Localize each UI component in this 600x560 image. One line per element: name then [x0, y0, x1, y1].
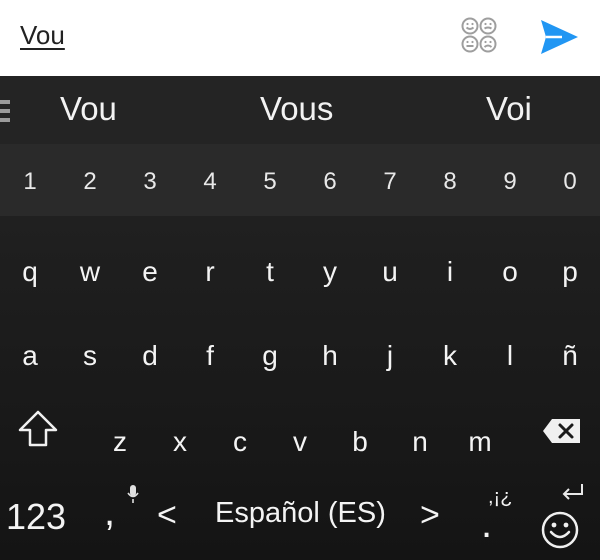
- menu-icon[interactable]: [0, 100, 10, 122]
- key-b[interactable]: b: [340, 426, 380, 458]
- key-h[interactable]: h: [310, 340, 350, 372]
- symbols-key[interactable]: 123: [6, 496, 66, 538]
- backspace-icon[interactable]: [542, 417, 582, 445]
- key-n[interactable]: n: [400, 426, 440, 458]
- key-d[interactable]: d: [130, 340, 170, 372]
- smiley-icon[interactable]: [540, 510, 580, 550]
- compose-bar: Vou: [0, 0, 600, 76]
- key-5[interactable]: 5: [255, 168, 285, 196]
- key-s[interactable]: s: [70, 340, 110, 372]
- key-2[interactable]: 2: [75, 168, 105, 196]
- key-v[interactable]: v: [280, 426, 320, 458]
- key-1[interactable]: 1: [15, 168, 45, 196]
- key-3[interactable]: 3: [135, 168, 165, 196]
- next-language-button[interactable]: >: [420, 496, 440, 535]
- key-f[interactable]: f: [190, 340, 230, 372]
- key-4[interactable]: 4: [195, 168, 225, 196]
- key-o[interactable]: o: [490, 256, 530, 288]
- key-m[interactable]: m: [460, 426, 500, 458]
- key-u[interactable]: u: [370, 256, 410, 288]
- key-a[interactable]: a: [10, 340, 50, 372]
- comma-key[interactable]: ,: [104, 490, 115, 535]
- key-q[interactable]: q: [10, 256, 50, 288]
- key-n-tilde[interactable]: ñ: [550, 340, 590, 372]
- key-j[interactable]: j: [370, 340, 410, 372]
- key-7[interactable]: 7: [375, 168, 405, 196]
- spacebar-language[interactable]: Español (ES): [215, 497, 386, 530]
- key-k[interactable]: k: [430, 340, 470, 372]
- prev-language-button[interactable]: <: [157, 496, 177, 535]
- microphone-icon[interactable]: [126, 484, 140, 504]
- period-key[interactable]: .: [481, 502, 492, 547]
- key-9[interactable]: 9: [495, 168, 525, 196]
- key-w[interactable]: w: [70, 256, 110, 288]
- key-r[interactable]: r: [190, 256, 230, 288]
- key-z[interactable]: z: [100, 426, 140, 458]
- shift-icon[interactable]: [16, 409, 60, 449]
- key-e[interactable]: e: [130, 256, 170, 288]
- key-g[interactable]: g: [250, 340, 290, 372]
- suggestion-2[interactable]: Vous: [260, 90, 333, 128]
- suggestion-strip: Vou Vous Voi: [0, 76, 600, 144]
- key-i[interactable]: i: [430, 256, 470, 288]
- suggestion-3[interactable]: Voi: [486, 90, 532, 128]
- key-x[interactable]: x: [160, 426, 200, 458]
- key-6[interactable]: 6: [315, 168, 345, 196]
- key-p[interactable]: p: [550, 256, 590, 288]
- enter-icon[interactable]: [560, 482, 586, 502]
- key-t[interactable]: t: [250, 256, 290, 288]
- number-row: 1 2 3 4 5 6 7 8 9 0: [0, 144, 600, 216]
- key-y[interactable]: y: [310, 256, 350, 288]
- key-8[interactable]: 8: [435, 168, 465, 196]
- key-0[interactable]: 0: [555, 168, 585, 196]
- message-input[interactable]: Vou: [20, 20, 65, 51]
- emoji-faces-icon[interactable]: [459, 15, 503, 59]
- suggestion-1[interactable]: Vou: [60, 90, 117, 128]
- key-l[interactable]: l: [490, 340, 530, 372]
- key-c[interactable]: c: [220, 426, 260, 458]
- send-icon[interactable]: [538, 17, 582, 57]
